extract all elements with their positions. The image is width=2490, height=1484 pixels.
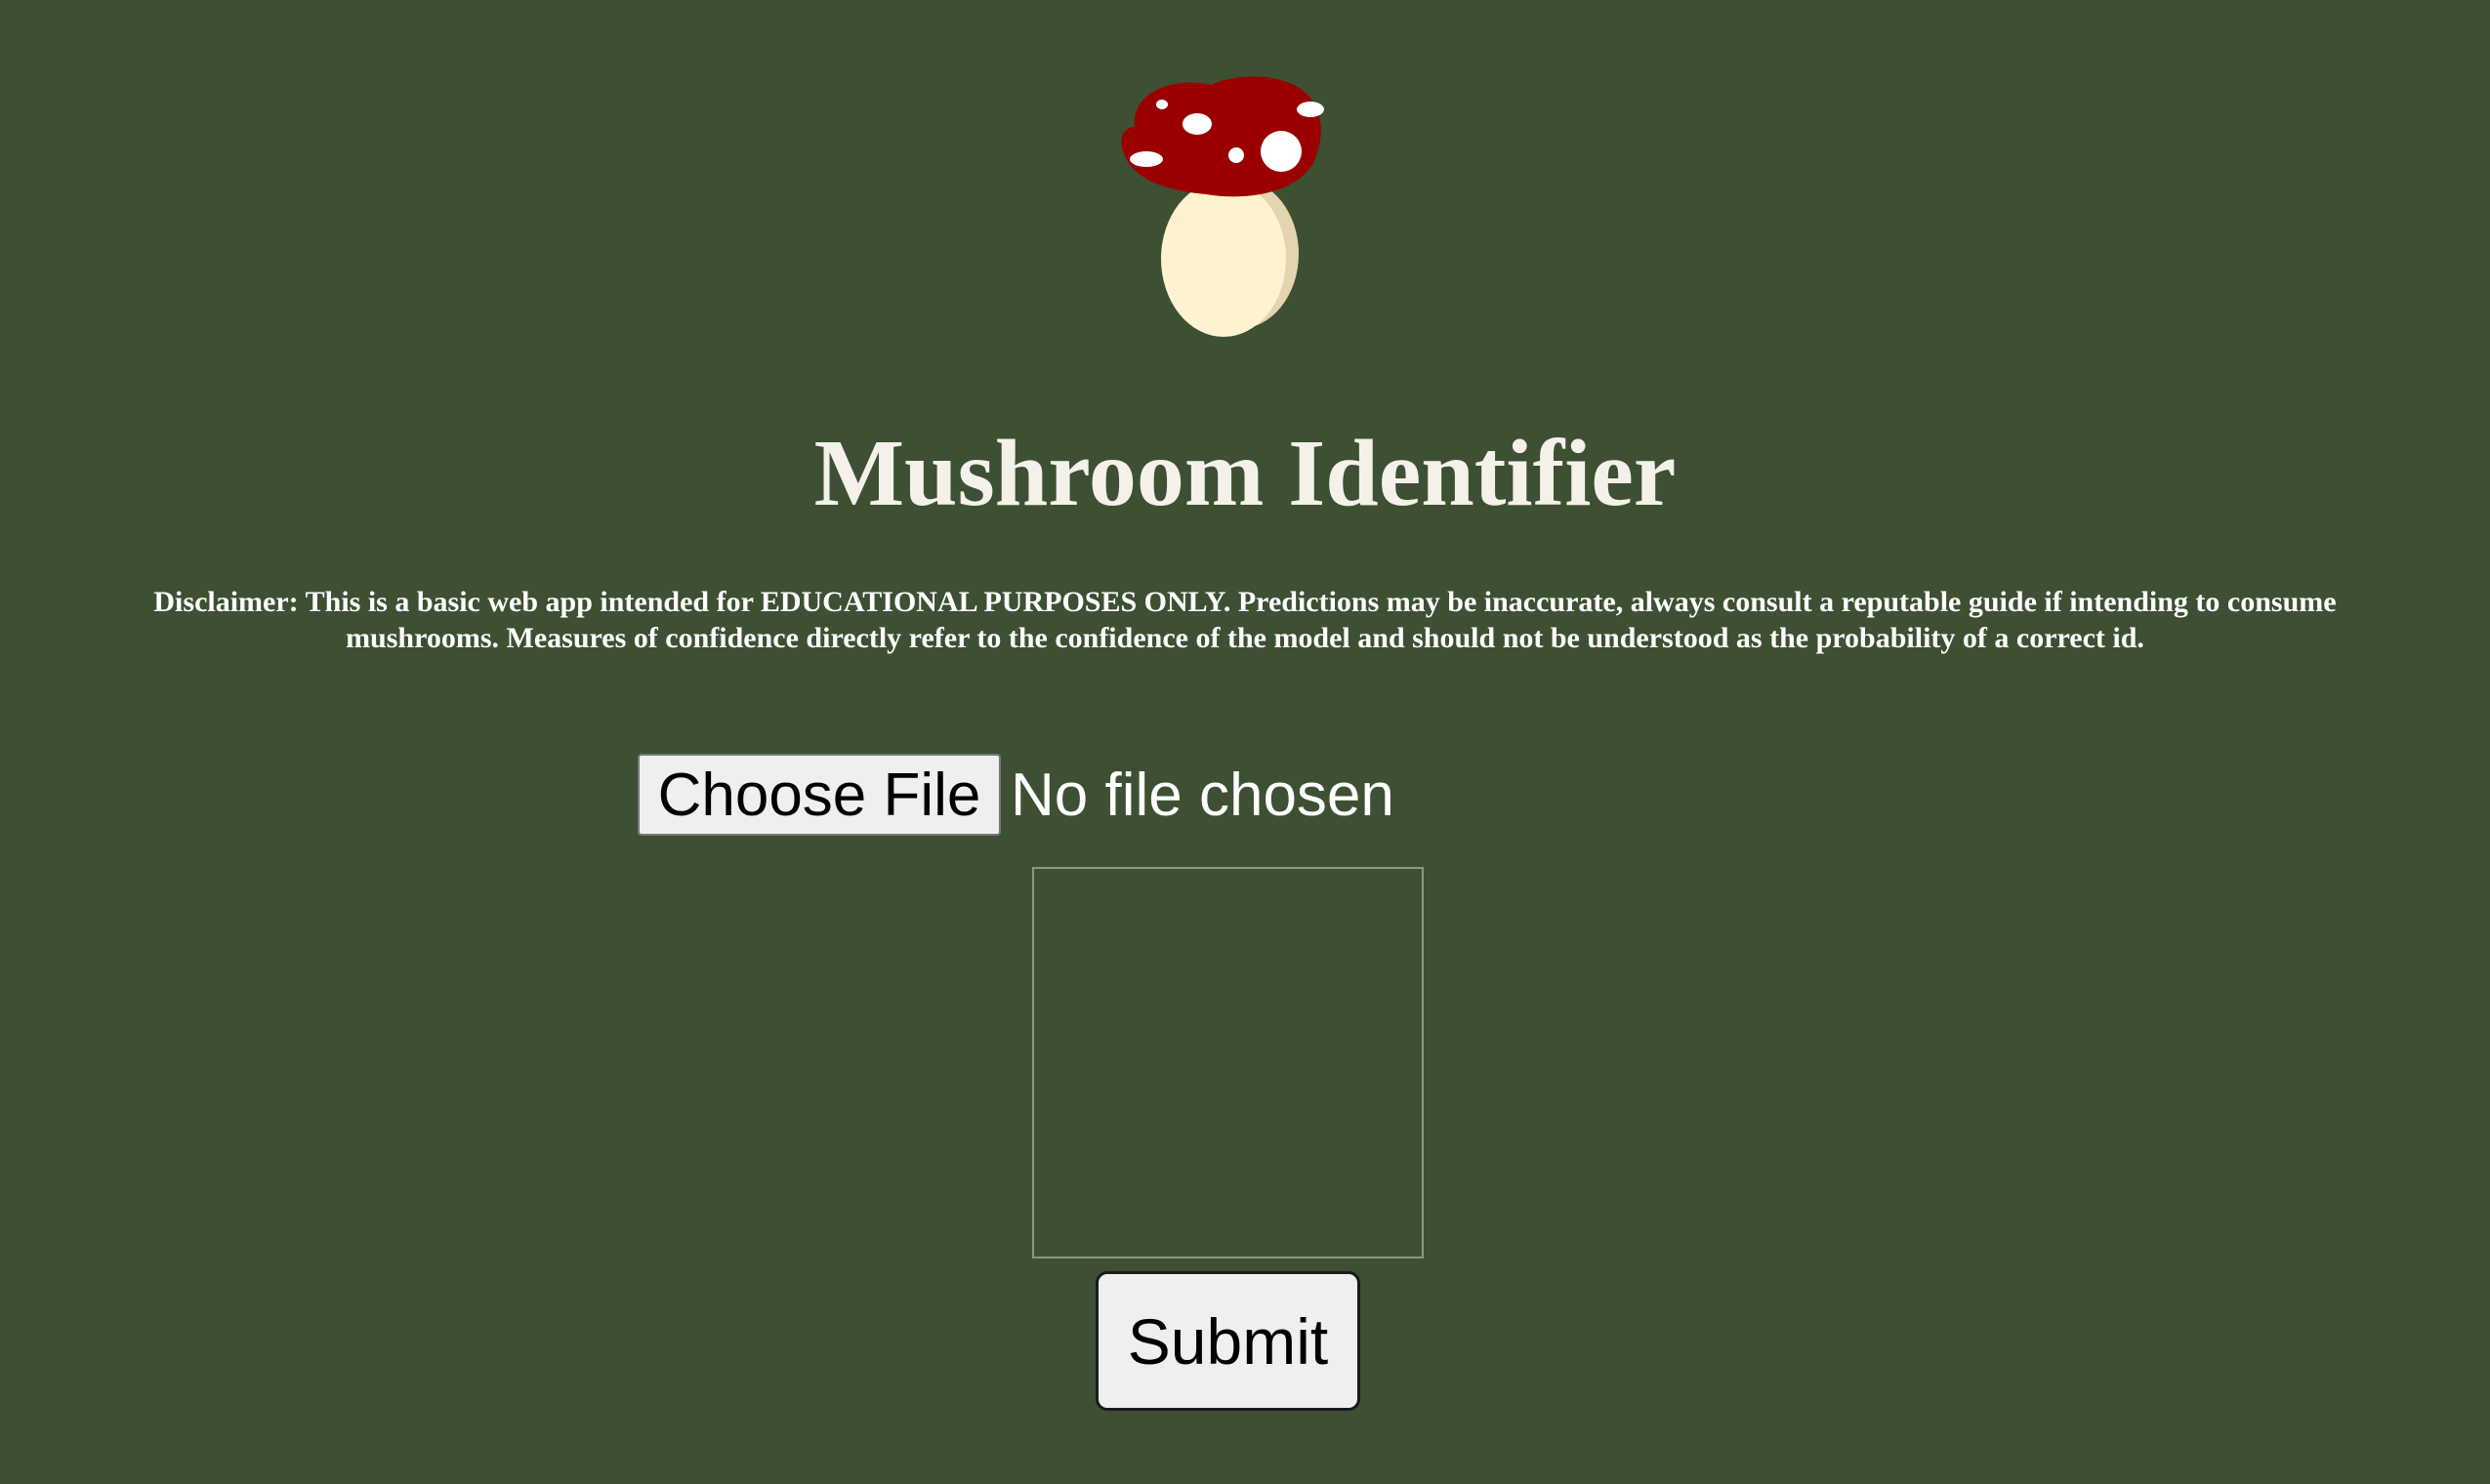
image-preview — [1032, 867, 1424, 1258]
file-input[interactable]: Choose File No file chosen — [638, 754, 1394, 836]
page-title: Mushroom Identifier — [813, 421, 1677, 526]
choose-file-button[interactable]: Choose File — [638, 754, 1001, 836]
page: Mushroom Identifier Disclaimer: This is … — [0, 0, 2490, 1484]
file-status-text: No file chosen — [1011, 761, 1394, 829]
submit-button[interactable]: Submit — [1096, 1271, 1360, 1411]
disclaimer-text: Disclaimer: This is a basic web app inte… — [153, 586, 2337, 654]
mushroom-icon — [1113, 73, 1338, 337]
